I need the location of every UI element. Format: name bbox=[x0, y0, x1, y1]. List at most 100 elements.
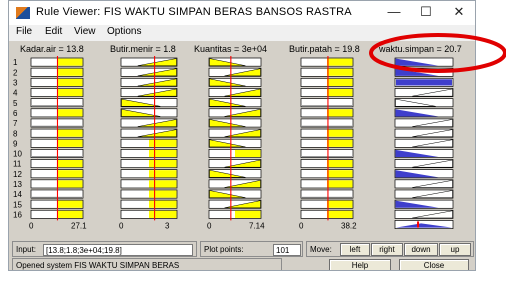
move-left-button[interactable]: left bbox=[340, 243, 370, 256]
axis-max-label: 38.2 bbox=[341, 221, 357, 230]
mf-fill bbox=[57, 109, 83, 117]
rule-number: 4 bbox=[13, 89, 18, 98]
output-mf-cell bbox=[394, 159, 454, 169]
move-right-button[interactable]: right bbox=[371, 243, 403, 256]
output-mf-cell bbox=[394, 138, 454, 148]
maximize-button[interactable]: ☐ bbox=[413, 3, 439, 21]
input-mf-cell bbox=[300, 148, 354, 158]
rule-number: 12 bbox=[13, 170, 22, 179]
mf-fill bbox=[149, 139, 177, 147]
mf-fill bbox=[149, 160, 177, 168]
input-mf-cell bbox=[300, 118, 354, 128]
axis-max-label: 3 bbox=[165, 221, 170, 230]
plot-points-field[interactable]: 101 bbox=[273, 244, 301, 256]
menu-edit[interactable]: Edit bbox=[45, 26, 62, 37]
move-label: Move: bbox=[310, 245, 332, 254]
input-label: Input: bbox=[16, 245, 37, 254]
output-mf-cell bbox=[394, 179, 454, 189]
title-bar: Rule Viewer: FIS WAKTU SIMPAN BERAS BANS… bbox=[9, 1, 475, 25]
rule-number: 10 bbox=[13, 150, 22, 159]
mf-fill bbox=[149, 190, 177, 198]
move-up-button[interactable]: up bbox=[439, 243, 471, 256]
mf-fill bbox=[57, 200, 83, 208]
mf-fill bbox=[57, 139, 83, 147]
mf-fill bbox=[57, 58, 83, 66]
close-button[interactable]: Close bbox=[399, 259, 469, 270]
mf-fill bbox=[57, 170, 83, 178]
bottom-controls: Input: [13.8;1.8;3e+04;19.8] Plot points… bbox=[9, 239, 475, 270]
mf-fill bbox=[327, 180, 353, 188]
mf-fill bbox=[57, 88, 83, 97]
rule-number: 7 bbox=[13, 119, 18, 128]
rule-number: 16 bbox=[13, 210, 22, 219]
output-mf-cell bbox=[394, 98, 454, 108]
mf-fill bbox=[57, 129, 83, 137]
membership-function-grid[interactable]: 123456789101112131415160 27.1 0 3 0 7.14 0 38.2 bbox=[9, 41, 476, 241]
rule-number: 6 bbox=[13, 109, 18, 118]
minimize-button[interactable]: — bbox=[381, 3, 407, 21]
output-mf-cell bbox=[394, 189, 454, 199]
mf-fill bbox=[57, 160, 83, 168]
output-mf-cell bbox=[394, 118, 454, 128]
rule-number: 15 bbox=[13, 200, 22, 209]
mf-fill bbox=[327, 129, 353, 137]
move-group: Move: left right down up bbox=[306, 241, 474, 257]
rule-number: 3 bbox=[13, 79, 18, 88]
output-value-marker bbox=[417, 221, 420, 228]
close-window-button[interactable]: ✕ bbox=[446, 3, 472, 21]
rule-number: 9 bbox=[13, 139, 18, 148]
input-mf-cell bbox=[300, 98, 354, 108]
mf-fill bbox=[396, 79, 452, 86]
rule-number: 8 bbox=[13, 129, 18, 138]
plot-points-group: Plot points: 101 bbox=[200, 241, 303, 257]
rule-viewer-window: Rule Viewer: FIS WAKTU SIMPAN BERAS BANS… bbox=[8, 0, 476, 271]
plot-points-label: Plot points: bbox=[204, 245, 244, 254]
move-down-button[interactable]: down bbox=[404, 243, 438, 256]
mf-fill bbox=[57, 210, 83, 218]
mf-fill bbox=[327, 200, 353, 208]
menu-file[interactable]: File bbox=[16, 26, 32, 37]
output-mf-cell bbox=[394, 209, 454, 219]
output-mf-cell bbox=[394, 128, 454, 138]
rule-number: 2 bbox=[13, 68, 18, 77]
axis-max-label: 7.14 bbox=[249, 221, 265, 230]
window-title: Rule Viewer: FIS WAKTU SIMPAN BERAS BANS… bbox=[36, 6, 352, 18]
mf-fill bbox=[149, 200, 177, 208]
input-group: Input: [13.8;1.8;3e+04;19.8] bbox=[12, 241, 197, 257]
rule-panel: Kadar.air = 13.8 Butir.menir = 1.8 Kuant… bbox=[9, 41, 476, 241]
rule-number: 13 bbox=[13, 180, 22, 189]
menu-options[interactable]: Options bbox=[107, 26, 141, 37]
mf-fill bbox=[327, 88, 353, 97]
mf-fill bbox=[327, 78, 353, 86]
output-mf-cell bbox=[394, 88, 454, 98]
mf-fill bbox=[327, 210, 353, 218]
mf-fill bbox=[327, 139, 353, 147]
status-group: Opened system FIS WAKTU SIMPAN BERAS BAN… bbox=[12, 258, 282, 270]
axis-min-label: 0 bbox=[299, 221, 304, 230]
matlab-icon bbox=[16, 7, 30, 19]
help-button[interactable]: Help bbox=[329, 259, 391, 270]
mf-fill bbox=[57, 180, 83, 188]
menu-view[interactable]: View bbox=[74, 26, 96, 37]
axis-max-label: 27.1 bbox=[71, 221, 87, 230]
rule-number: 11 bbox=[13, 160, 22, 169]
mf-fill bbox=[327, 109, 353, 117]
mf-fill bbox=[327, 68, 353, 76]
rule-number: 5 bbox=[13, 99, 18, 108]
rule-number: 1 bbox=[13, 58, 18, 67]
axis-min-label: 0 bbox=[29, 221, 34, 230]
menu-bar: File Edit View Options bbox=[9, 25, 475, 40]
mf-fill bbox=[57, 78, 83, 86]
mf-fill bbox=[235, 149, 261, 158]
mf-fill bbox=[149, 170, 177, 178]
axis-min-label: 0 bbox=[119, 221, 124, 230]
axis-min-label: 0 bbox=[207, 221, 212, 230]
rule-number: 14 bbox=[13, 190, 22, 199]
mf-fill bbox=[327, 170, 353, 178]
mf-fill bbox=[327, 58, 353, 66]
mf-fill bbox=[149, 210, 177, 218]
mf-fill bbox=[235, 210, 261, 218]
input-vector-field[interactable]: [13.8;1.8;3e+04;19.8] bbox=[43, 244, 193, 256]
status-text: Opened system FIS WAKTU SIMPAN BERAS BAN… bbox=[16, 261, 180, 270]
mf-fill bbox=[149, 180, 177, 188]
